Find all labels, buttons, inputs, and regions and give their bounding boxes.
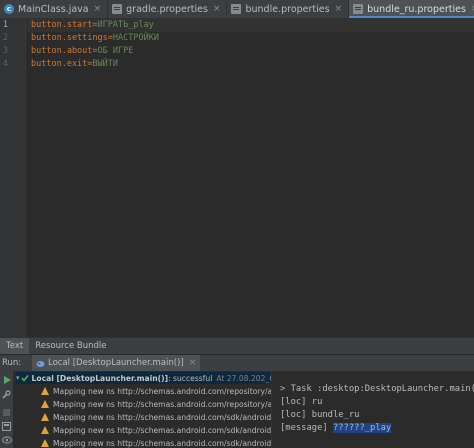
line-number: 4	[2, 59, 8, 69]
restore-layout-icon[interactable]	[1, 421, 12, 432]
run-tool-window-header: Run: Local [DesktopLauncher.main()] ×	[0, 354, 474, 371]
tab-label: gradle.properties	[126, 3, 208, 15]
close-icon[interactable]: ×	[189, 358, 197, 368]
warning-text: Mapping new ns http://schemas.android.co…	[53, 412, 272, 422]
code-editor[interactable]: 1 2 3 4 button.start=ИГРАТЬ_play button.…	[0, 19, 474, 337]
console-line: > Task :desktop:DesktopLauncher.main()	[280, 384, 474, 394]
close-icon[interactable]: ×	[335, 4, 343, 14]
property-value: ВЫЙТИ	[92, 59, 119, 69]
tree-root-row[interactable]: ▾ Local [DesktopLauncher.main()] : succe…	[16, 372, 272, 384]
properties-file-icon	[231, 4, 242, 14]
tab-gradle-properties[interactable]: gradle.properties ×	[108, 0, 228, 18]
property-key: button.exit	[31, 59, 88, 69]
properties-file-icon	[112, 4, 123, 14]
code-line[interactable]: button.exit=ВЫЙТИ	[31, 58, 118, 71]
console-line: [loc] ru	[280, 397, 323, 407]
property-value: ОБ ИГРЕ	[97, 46, 134, 56]
editor-mode-tabs: Text Resource Bundle	[0, 337, 474, 354]
tree-warning-row[interactable]: Mapping new ns http://schemas.android.co…	[41, 437, 272, 448]
eye-icon[interactable]	[1, 434, 12, 445]
code-line[interactable]: button.about=ОБ ИГРЕ	[31, 45, 133, 58]
tree-root-time: At 27.08.202_6 sec, 771 ms	[216, 373, 272, 383]
run-tool-window: ▾ Local [DesktopLauncher.main()] : succe…	[0, 371, 474, 448]
property-key: button.start	[31, 20, 93, 30]
tree-warning-row[interactable]: Mapping new ns http://schemas.android.co…	[41, 411, 272, 423]
warning-icon	[41, 413, 49, 421]
run-toolbar	[0, 371, 13, 448]
tree-warning-row[interactable]: Mapping new ns http://schemas.android.co…	[41, 385, 272, 397]
tab-label: MainClass.java	[18, 3, 89, 15]
properties-file-icon	[353, 4, 364, 14]
build-output-tree[interactable]: ▾ Local [DesktopLauncher.main()] : succe…	[14, 371, 272, 448]
wrench-icon[interactable]	[1, 389, 12, 400]
code-line[interactable]: button.settings=НАСТРОЙКИ	[31, 32, 159, 45]
property-value: ИГРАТЬ_play	[97, 20, 154, 30]
warning-text: Mapping new ns http://schemas.android.co…	[53, 438, 272, 448]
warning-text: Mapping new ns http://schemas.android.co…	[53, 425, 272, 435]
warning-text: Mapping new ns http://schemas.android.co…	[53, 399, 272, 409]
java-class-icon: c	[4, 4, 14, 14]
gradle-icon	[36, 359, 45, 368]
run-label: Run:	[2, 358, 22, 368]
warning-icon	[41, 439, 49, 447]
tab-bundle-properties[interactable]: bundle.properties ×	[227, 0, 350, 18]
tab-label: bundle.properties	[245, 3, 330, 15]
close-icon[interactable]: ×	[94, 4, 102, 14]
run-tab-label: Local [DesktopLauncher.main()]	[48, 358, 184, 368]
line-number: 1	[2, 20, 8, 30]
tab-mainclass-java[interactable]: c MainClass.java ×	[0, 0, 109, 18]
console-message-prefix: [message]	[280, 423, 333, 433]
warning-icon	[41, 387, 49, 395]
console-line: [message] ??????_play	[280, 422, 392, 435]
tab-resource-bundle[interactable]: Resource Bundle	[29, 338, 112, 354]
close-icon[interactable]: ×	[213, 4, 221, 14]
tree-root-status: : successful	[168, 373, 213, 383]
warning-icon	[41, 400, 49, 408]
property-key: button.settings	[31, 33, 108, 43]
tab-label: bundle_ru.properties	[367, 3, 466, 15]
console-message-value[interactable]: ??????_play	[332, 423, 392, 433]
line-number: 2	[2, 33, 8, 43]
tree-root-name: Local [DesktopLauncher.main()]	[31, 373, 169, 383]
property-key: button.about	[31, 46, 93, 56]
warning-text: Mapping new ns http://schemas.android.co…	[53, 386, 272, 396]
property-value: НАСТРОЙКИ	[112, 33, 159, 43]
console-line: [loc] bundle_ru	[280, 410, 360, 420]
editor-tab-bar: c MainClass.java × gradle.properties × b…	[0, 0, 474, 19]
code-line[interactable]: button.start=ИГРАТЬ_play	[31, 19, 154, 32]
warning-icon	[41, 426, 49, 434]
line-number-gutter: 1 2 3 4	[0, 19, 26, 337]
chevron-down-icon[interactable]: ▾	[16, 374, 20, 382]
tab-text[interactable]: Text	[0, 338, 30, 354]
run-config-tab[interactable]: Local [DesktopLauncher.main()] ×	[32, 355, 201, 371]
stop-icon[interactable]	[1, 407, 12, 418]
tab-bundle-ru-properties[interactable]: bundle_ru.properties ×	[349, 0, 474, 18]
success-check-icon	[20, 374, 29, 382]
line-number: 3	[2, 46, 8, 56]
rerun-icon[interactable]	[1, 374, 12, 385]
tree-warning-row[interactable]: Mapping new ns http://schemas.android.co…	[41, 398, 272, 410]
console-output[interactable]: > Task :desktop:DesktopLauncher.main() […	[276, 371, 474, 448]
tree-warning-row[interactable]: Mapping new ns http://schemas.android.co…	[41, 424, 272, 436]
